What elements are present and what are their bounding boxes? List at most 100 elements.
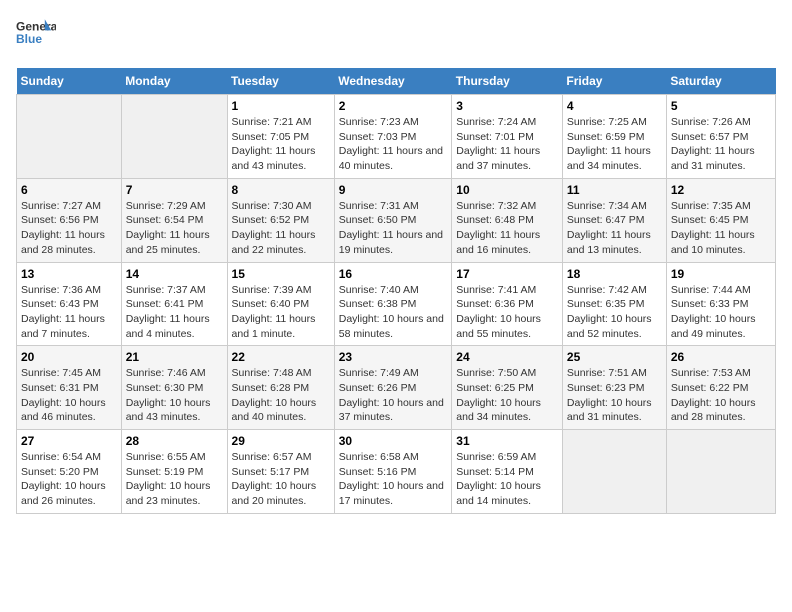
calendar-cell: 5 Sunrise: 7:26 AMSunset: 6:57 PMDaylight… — [666, 95, 775, 179]
day-detail: Sunrise: 7:37 AMSunset: 6:41 PMDaylight:… — [126, 283, 223, 342]
day-number: 16 — [339, 267, 448, 281]
day-detail: Sunrise: 7:27 AMSunset: 6:56 PMDaylight:… — [21, 199, 117, 258]
day-detail: Sunrise: 7:51 AMSunset: 6:23 PMDaylight:… — [567, 366, 662, 425]
svg-text:General: General — [16, 19, 56, 33]
calendar-cell — [17, 95, 122, 179]
week-row-3: 13 Sunrise: 7:36 AMSunset: 6:43 PMDayligh… — [17, 262, 776, 346]
calendar-cell: 28 Sunrise: 6:55 AMSunset: 5:19 PMDayligh… — [121, 430, 227, 514]
day-detail: Sunrise: 7:45 AMSunset: 6:31 PMDaylight:… — [21, 366, 117, 425]
calendar-cell: 29Sunrise: 6:57 AMSunset: 5:17 PMDayligh… — [227, 430, 334, 514]
day-number: 11 — [567, 183, 662, 197]
day-detail: Sunrise: 7:31 AMSunset: 6:50 PMDaylight:… — [339, 199, 448, 258]
day-number: 13 — [21, 267, 117, 281]
day-number: 9 — [339, 183, 448, 197]
calendar-cell: 16 Sunrise: 7:40 AMSunset: 6:38 PMDayligh… — [334, 262, 452, 346]
calendar-cell: 12Sunrise: 7:35 AMSunset: 6:45 PMDayligh… — [666, 178, 775, 262]
day-number: 20 — [21, 350, 117, 364]
calendar-cell: 4 Sunrise: 7:25 AMSunset: 6:59 PMDaylight… — [562, 95, 666, 179]
calendar-cell: 11 Sunrise: 7:34 AMSunset: 6:47 PMDayligh… — [562, 178, 666, 262]
day-detail: Sunrise: 7:23 AMSunset: 7:03 PMDaylight:… — [339, 115, 448, 174]
calendar-cell: 14 Sunrise: 7:37 AMSunset: 6:41 PMDayligh… — [121, 262, 227, 346]
day-number: 3 — [456, 99, 558, 113]
day-number: 23 — [339, 350, 448, 364]
day-detail: Sunrise: 7:53 AMSunset: 6:22 PMDaylight:… — [671, 366, 771, 425]
calendar-cell: 30 Sunrise: 6:58 AMSunset: 5:16 PMDayligh… — [334, 430, 452, 514]
day-number: 12 — [671, 183, 771, 197]
day-number: 24 — [456, 350, 558, 364]
calendar-cell — [562, 430, 666, 514]
day-detail: Sunrise: 7:34 AMSunset: 6:47 PMDaylight:… — [567, 199, 662, 258]
day-detail: Sunrise: 7:46 AMSunset: 6:30 PMDaylight:… — [126, 366, 223, 425]
day-detail: Sunrise: 6:55 AMSunset: 5:19 PMDaylight:… — [126, 450, 223, 509]
calendar-cell: 15 Sunrise: 7:39 AMSunset: 6:40 PMDayligh… — [227, 262, 334, 346]
svg-text:Blue: Blue — [16, 32, 42, 46]
day-detail: Sunrise: 7:41 AMSunset: 6:36 PMDaylight:… — [456, 283, 558, 342]
day-number: 21 — [126, 350, 223, 364]
day-number: 17 — [456, 267, 558, 281]
day-detail: Sunrise: 7:30 AMSunset: 6:52 PMDaylight:… — [232, 199, 330, 258]
calendar-cell: 9 Sunrise: 7:31 AMSunset: 6:50 PMDaylight… — [334, 178, 452, 262]
week-row-1: 1 Sunrise: 7:21 AMSunset: 7:05 PMDaylight… — [17, 95, 776, 179]
day-detail: Sunrise: 6:58 AMSunset: 5:16 PMDaylight:… — [339, 450, 448, 509]
day-detail: Sunrise: 7:25 AMSunset: 6:59 PMDaylight:… — [567, 115, 662, 174]
calendar-cell: 21 Sunrise: 7:46 AMSunset: 6:30 PMDayligh… — [121, 346, 227, 430]
col-header-thursday: Thursday — [452, 68, 563, 95]
day-detail: Sunrise: 7:26 AMSunset: 6:57 PMDaylight:… — [671, 115, 771, 174]
page-header: GeneralBlue — [16, 16, 776, 56]
col-header-saturday: Saturday — [666, 68, 775, 95]
day-number: 30 — [339, 434, 448, 448]
day-number: 15 — [232, 267, 330, 281]
day-detail: Sunrise: 7:24 AMSunset: 7:01 PMDaylight:… — [456, 115, 558, 174]
day-detail: Sunrise: 7:21 AMSunset: 7:05 PMDaylight:… — [232, 115, 330, 174]
calendar-cell: 24Sunrise: 7:50 AMSunset: 6:25 PMDayligh… — [452, 346, 563, 430]
calendar-cell — [121, 95, 227, 179]
calendar-cell: 8 Sunrise: 7:30 AMSunset: 6:52 PMDaylight… — [227, 178, 334, 262]
calendar-cell: 17 Sunrise: 7:41 AMSunset: 6:36 PMDayligh… — [452, 262, 563, 346]
calendar-cell: 27Sunrise: 6:54 AMSunset: 5:20 PMDayligh… — [17, 430, 122, 514]
day-number: 18 — [567, 267, 662, 281]
col-header-friday: Friday — [562, 68, 666, 95]
calendar-cell: 23 Sunrise: 7:49 AMSunset: 6:26 PMDayligh… — [334, 346, 452, 430]
day-number: 14 — [126, 267, 223, 281]
day-detail: Sunrise: 7:40 AMSunset: 6:38 PMDaylight:… — [339, 283, 448, 342]
day-number: 19 — [671, 267, 771, 281]
week-row-4: 20 Sunrise: 7:45 AMSunset: 6:31 PMDayligh… — [17, 346, 776, 430]
col-header-wednesday: Wednesday — [334, 68, 452, 95]
day-number: 8 — [232, 183, 330, 197]
calendar-cell: 7Sunrise: 7:29 AMSunset: 6:54 PMDaylight… — [121, 178, 227, 262]
day-number: 22 — [232, 350, 330, 364]
day-number: 1 — [232, 99, 330, 113]
calendar-cell: 19 Sunrise: 7:44 AMSunset: 6:33 PMDayligh… — [666, 262, 775, 346]
day-detail: Sunrise: 7:39 AMSunset: 6:40 PMDaylight:… — [232, 283, 330, 342]
week-row-5: 27Sunrise: 6:54 AMSunset: 5:20 PMDayligh… — [17, 430, 776, 514]
day-number: 26 — [671, 350, 771, 364]
col-header-sunday: Sunday — [17, 68, 122, 95]
day-number: 29 — [232, 434, 330, 448]
day-number: 28 — [126, 434, 223, 448]
calendar-cell — [666, 430, 775, 514]
day-number: 27 — [21, 434, 117, 448]
calendar-cell: 26 Sunrise: 7:53 AMSunset: 6:22 PMDayligh… — [666, 346, 775, 430]
col-header-monday: Monday — [121, 68, 227, 95]
day-detail: Sunrise: 7:36 AMSunset: 6:43 PMDaylight:… — [21, 283, 117, 342]
day-detail: Sunrise: 7:44 AMSunset: 6:33 PMDaylight:… — [671, 283, 771, 342]
calendar-cell: 25 Sunrise: 7:51 AMSunset: 6:23 PMDayligh… — [562, 346, 666, 430]
calendar-cell: 22 Sunrise: 7:48 AMSunset: 6:28 PMDayligh… — [227, 346, 334, 430]
day-detail: Sunrise: 7:49 AMSunset: 6:26 PMDaylight:… — [339, 366, 448, 425]
day-detail: Sunrise: 7:48 AMSunset: 6:28 PMDaylight:… — [232, 366, 330, 425]
calendar-table: SundayMondayTuesdayWednesdayThursdayFrid… — [16, 68, 776, 514]
calendar-cell: 13 Sunrise: 7:36 AMSunset: 6:43 PMDayligh… — [17, 262, 122, 346]
day-detail: Sunrise: 7:32 AMSunset: 6:48 PMDaylight:… — [456, 199, 558, 258]
day-number: 5 — [671, 99, 771, 113]
calendar-cell: 1 Sunrise: 7:21 AMSunset: 7:05 PMDaylight… — [227, 95, 334, 179]
week-row-2: 6Sunrise: 7:27 AMSunset: 6:56 PMDaylight… — [17, 178, 776, 262]
calendar-cell: 10Sunrise: 7:32 AMSunset: 6:48 PMDayligh… — [452, 178, 563, 262]
logo: GeneralBlue — [16, 16, 60, 56]
calendar-cell: 31Sunrise: 6:59 AMSunset: 5:14 PMDayligh… — [452, 430, 563, 514]
day-number: 25 — [567, 350, 662, 364]
calendar-cell: 3 Sunrise: 7:24 AMSunset: 7:01 PMDaylight… — [452, 95, 563, 179]
calendar-cell: 2Sunrise: 7:23 AMSunset: 7:03 PMDaylight… — [334, 95, 452, 179]
day-detail: Sunrise: 7:29 AMSunset: 6:54 PMDaylight:… — [126, 199, 223, 258]
day-number: 4 — [567, 99, 662, 113]
day-detail: Sunrise: 7:42 AMSunset: 6:35 PMDaylight:… — [567, 283, 662, 342]
